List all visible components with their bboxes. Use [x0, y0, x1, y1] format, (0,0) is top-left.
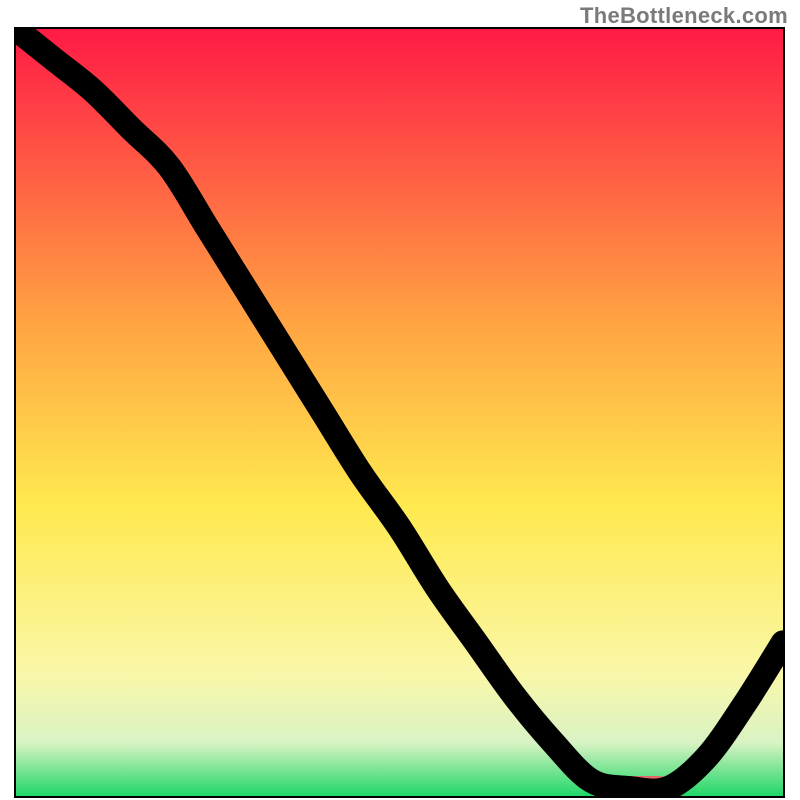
attribution-text: TheBottleneck.com: [580, 3, 788, 29]
chart-frame: [14, 27, 785, 798]
chart-svg: [16, 29, 783, 796]
